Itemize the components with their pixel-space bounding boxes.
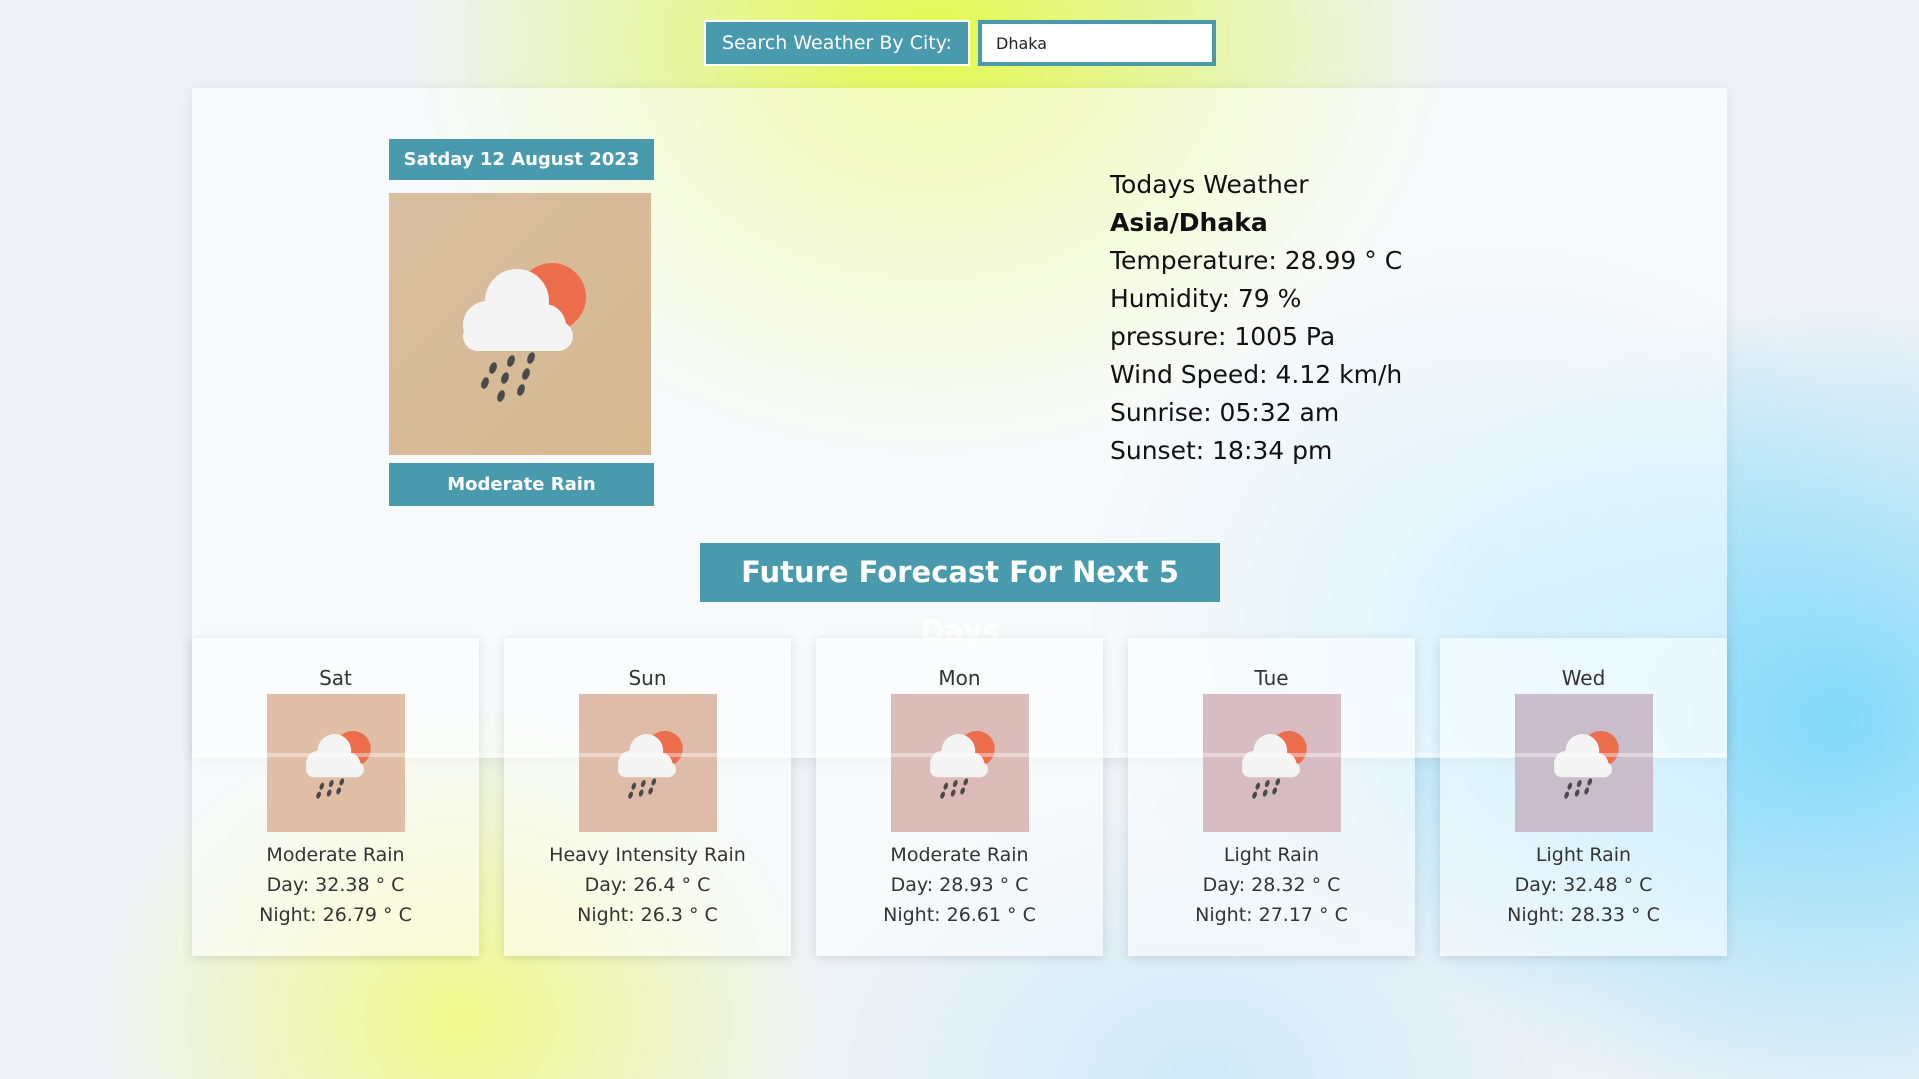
cloud-rain-sun-icon [305,730,371,799]
forecast-night-temp: Night: 27.17 ° C [1195,904,1348,926]
forecast-card: Wed Light Rain Day: 32.48 ° C Night: 28.… [1440,638,1727,956]
city-timezone: Asia/Dhaka [1110,208,1268,237]
cloud-rain-sun-icon [1553,730,1619,799]
forecast-condition: Light Rain [1223,844,1320,866]
forecast-card: Tue Light Rain Day: 28.32 ° C Night: 27.… [1128,638,1415,956]
cloud-rain-sun-icon [463,263,586,402]
forecast-night-temp: Night: 26.3 ° C [577,904,718,926]
forecast-condition: Light Rain [1535,844,1632,866]
cloud-rain-sun-icon [1241,730,1307,799]
todays-weather-heading: Todays Weather [1110,170,1309,199]
forecast-day: Tue [1254,666,1289,690]
cloud-rain-sun-icon [617,730,683,799]
forecast-condition: Moderate Rain [266,844,405,866]
forecast-night-temp: Night: 26.61 ° C [883,904,1036,926]
forecast-cards: Sat Moderate Rain Day: 32.38 ° C Night: … [192,638,1727,956]
condition-badge: Moderate Rain [389,463,654,506]
forecast-icon-box [578,694,717,832]
forecast-condition: Moderate Rain [890,844,1029,866]
sunset-value: Sunset: 18:34 pm [1110,436,1333,465]
forecast-day-temp: Day: 28.93 ° C [890,874,1029,896]
panel-overlap-line [192,753,1727,757]
forecast-card: Mon Moderate Rain Day: 28.93 ° C Night: … [816,638,1103,956]
cloud-rain-sun-icon [929,730,995,799]
forecast-day-temp: Day: 26.4 ° C [584,874,711,896]
city-search-input[interactable] [978,20,1216,66]
sunrise-value: Sunrise: 05:32 am [1110,398,1340,427]
today-weather-icon-box [389,193,651,455]
forecast-card: Sun Heavy Intensity Rain Day: 26.4 ° C N… [504,638,791,956]
pressure-value: pressure: 1005 Pa [1110,322,1336,351]
humidity-value: Humidity: 79 % [1110,284,1302,313]
temperature-value: Temperature: 28.99 ° C [1110,246,1403,275]
date-badge: Satday 12 August 2023 [389,139,654,180]
search-bar: Search Weather By City: [704,20,1216,66]
forecast-icon-box [1514,694,1653,832]
forecast-card: Sat Moderate Rain Day: 32.38 ° C Night: … [192,638,479,956]
forecast-night-temp: Night: 26.79 ° C [259,904,412,926]
forecast-icon-box [1202,694,1341,832]
forecast-day: Mon [938,666,981,690]
search-label: Search Weather By City: [704,20,970,66]
todays-weather-details: Todays Weather Asia/Dhaka Temperature: 2… [1110,166,1402,470]
forecast-day-temp: Day: 32.48 ° C [1514,874,1653,896]
forecast-day: Wed [1561,666,1606,690]
forecast-night-temp: Night: 28.33 ° C [1507,904,1660,926]
forecast-day-temp: Day: 28.32 ° C [1202,874,1341,896]
wind-speed-value: Wind Speed: 4.12 km/h [1110,360,1403,389]
forecast-day-temp: Day: 32.38 ° C [266,874,405,896]
forecast-day: Sat [319,666,352,690]
forecast-condition: Heavy Intensity Rain [549,844,746,866]
forecast-icon-box [266,694,405,832]
forecast-day: Sun [628,666,667,690]
forecast-icon-box [890,694,1029,832]
forecast-title: Future Forecast For Next 5 Days [700,543,1220,648]
